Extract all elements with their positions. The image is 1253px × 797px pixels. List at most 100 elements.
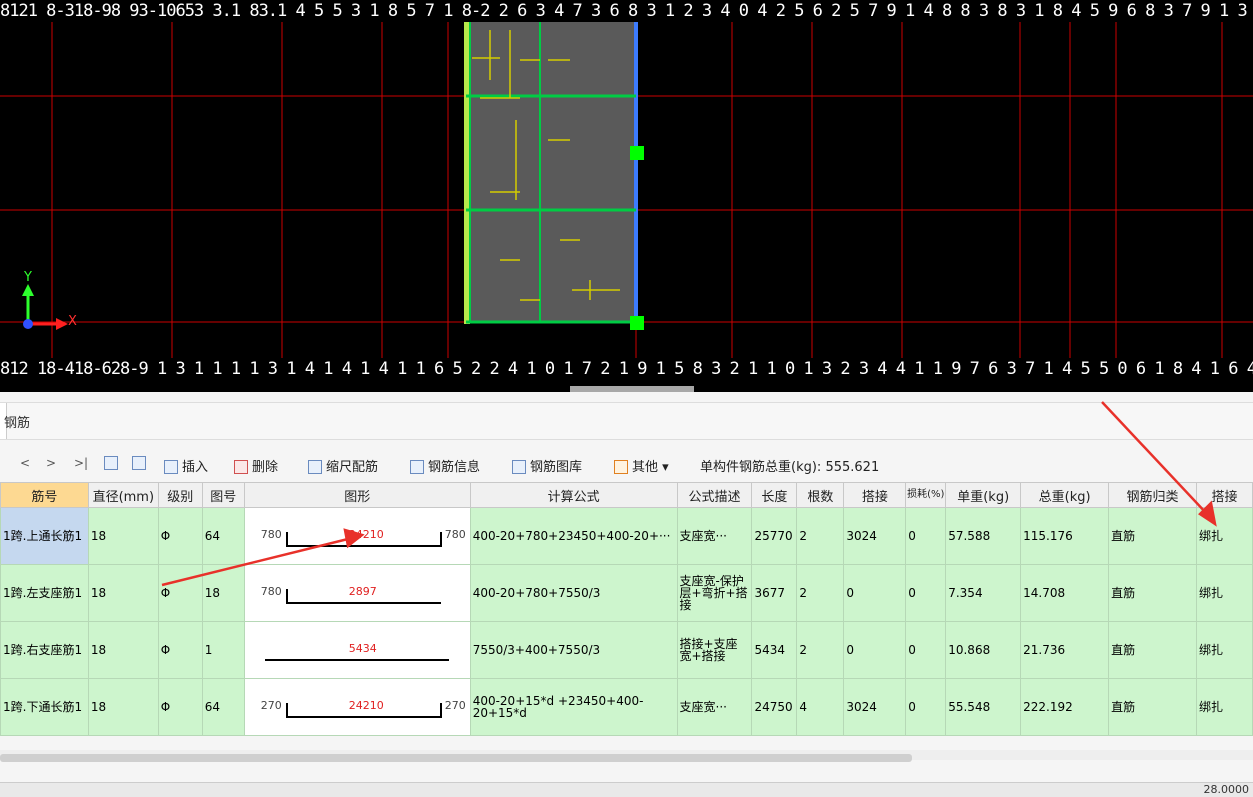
table-cell[interactable]: 55.548 (945, 678, 1022, 736)
rebar-shape-cell[interactable]: 780 2897 (243, 564, 471, 622)
formula-cell[interactable]: 400-20+15*d +23450+400-20+15*d (469, 678, 678, 736)
table-row[interactable]: 1跨.右支座筋1 18 Φ 1 5434 7550/3+400+7550/3 搭接+支座宽+… (0, 621, 1253, 679)
table-row[interactable]: 1跨.下通长筋1 18 Φ 64 270 24210 270 400-20+15*d +234… (0, 678, 1253, 736)
rebar-name-cell[interactable]: 1跨.左支座筋1 (0, 564, 89, 622)
column-header[interactable]: 损耗(%) (905, 482, 947, 508)
table-cell[interactable]: 0 (843, 621, 907, 679)
table-cell[interactable]: 搭接+支座宽+搭接 (676, 621, 753, 679)
cad-viewport[interactable]: 8121 8-318-98 93-10653 3.1 83.1 4 5 5 3 … (0, 0, 1253, 392)
insert-button[interactable]: 插入 (164, 456, 208, 475)
table-cell[interactable]: 64 (201, 507, 245, 565)
table-cell[interactable]: Φ (157, 507, 203, 565)
table-cell[interactable]: 直筋 (1108, 678, 1197, 736)
table-cell[interactable]: 64 (201, 678, 245, 736)
rebar-shape-cell[interactable]: 5434 (243, 621, 471, 679)
table-cell[interactable]: 直筋 (1108, 564, 1197, 622)
table-cell[interactable]: 2 (796, 507, 845, 565)
scale-rebar-button[interactable]: 缩尺配筋 (308, 456, 378, 475)
table-cell[interactable]: 直筋 (1108, 621, 1197, 679)
table-cell[interactable]: 0 (905, 507, 947, 565)
column-header[interactable]: 级别 (157, 482, 203, 508)
table-cell[interactable]: 2 (796, 621, 845, 679)
table-cell[interactable]: Φ (157, 621, 203, 679)
table-cell[interactable]: 直筋 (1108, 507, 1197, 565)
column-header[interactable]: 搭接 (843, 482, 907, 508)
rebar-name-cell[interactable]: 1跨.下通长筋1 (0, 678, 89, 736)
table-cell[interactable]: 绑扎 (1195, 621, 1253, 679)
table-cell[interactable]: Φ (157, 678, 203, 736)
table-cell[interactable]: 0 (905, 678, 947, 736)
column-header[interactable]: 搭接 (1195, 482, 1253, 508)
table-cell[interactable]: 绑扎 (1195, 678, 1253, 736)
table-cell[interactable]: 21.736 (1020, 621, 1110, 679)
column-header[interactable]: 钢筋归类 (1108, 482, 1197, 508)
column-header[interactable]: 根数 (796, 482, 845, 508)
table-cell[interactable]: 7.354 (945, 564, 1022, 622)
column-header[interactable]: 长度 (751, 482, 798, 508)
column-header[interactable]: 筋号 (0, 482, 89, 508)
table-cell[interactable]: Φ (157, 564, 203, 622)
table-cell[interactable]: 57.588 (945, 507, 1022, 565)
nav-next-button[interactable]: > (46, 456, 56, 470)
table-cell[interactable]: 25770 (751, 507, 798, 565)
formula-cell[interactable]: 400-20+780+23450+400-20+··· (469, 507, 678, 565)
table-cell[interactable]: 3677 (751, 564, 798, 622)
rebar-name-cell[interactable]: 1跨.右支座筋1 (0, 621, 89, 679)
delete-label: 删除 (252, 460, 279, 475)
delete-button[interactable]: 删除 (234, 456, 278, 475)
nav-last-button[interactable]: >| (74, 456, 88, 470)
table-cell[interactable]: 支座宽··· (676, 507, 753, 565)
table-cell[interactable]: 绑扎 (1195, 564, 1253, 622)
table-cell[interactable]: 绑扎 (1195, 507, 1253, 565)
table-cell[interactable]: 18 (87, 621, 159, 679)
table-scrollbar-thumb[interactable] (0, 754, 912, 762)
nav-prev-button[interactable]: < (20, 456, 30, 470)
table-row[interactable]: 1跨.上通长筋1 18 Φ 64 780 24210 780 400-20+780+23450… (0, 507, 1253, 565)
table-cell[interactable]: 5434 (751, 621, 798, 679)
table-cell[interactable]: 10.868 (945, 621, 1022, 679)
table-cell[interactable]: 支座宽-保护层+弯折+搭接 (676, 564, 753, 622)
formula-cell[interactable]: 7550/3+400+7550/3 (469, 621, 678, 679)
rebar-library-button[interactable]: 钢筋图库 (512, 456, 582, 475)
table-cell[interactable]: 2 (796, 564, 845, 622)
table-cell[interactable]: 18 (201, 564, 245, 622)
cad-drawing[interactable] (0, 0, 1253, 392)
table-cell[interactable]: 支座宽··· (676, 678, 753, 736)
table-cell[interactable]: 222.192 (1020, 678, 1110, 736)
column-header[interactable]: 单重(kg) (945, 482, 1022, 508)
rebar-name-cell[interactable]: 1跨.上通长筋1 (0, 507, 89, 565)
rebar-info-button[interactable]: 钢筋信息 (410, 456, 480, 475)
table-cell[interactable]: 3024 (843, 678, 907, 736)
table-cell[interactable]: 3024 (843, 507, 907, 565)
column-header[interactable]: 总重(kg) (1020, 482, 1110, 508)
move-up-button[interactable] (104, 456, 122, 471)
rebar-shape-cell[interactable]: 270 24210 270 (243, 678, 471, 736)
column-header[interactable]: 直径(mm) (87, 482, 159, 508)
table-cell[interactable]: 0 (905, 564, 947, 622)
table-cell[interactable]: 0 (843, 564, 907, 622)
column-header[interactable]: 图形 (243, 482, 471, 508)
cell-text: 18 (90, 700, 107, 714)
table-cell[interactable]: 18 (87, 678, 159, 736)
column-header[interactable]: 公式描述 (676, 482, 753, 508)
move-down-button[interactable] (132, 456, 150, 471)
table-row[interactable]: 1跨.左支座筋1 18 Φ 18 780 2897 400-20+780+7550/3 支座宽… (0, 564, 1253, 622)
table-cell[interactable]: 14.708 (1020, 564, 1110, 622)
rebar-shape-cell[interactable]: 780 24210 780 (243, 507, 471, 565)
cell-text: 115.176 (1023, 529, 1073, 543)
cell-text: 0 (908, 643, 916, 657)
table-cell[interactable]: 1 (201, 621, 245, 679)
table-cell[interactable]: 24750 (751, 678, 798, 736)
column-header[interactable]: 计算公式 (469, 482, 678, 508)
cell-text: 支座宽··· (679, 529, 727, 543)
cell-text: 400-20+780+23450+400-20+··· (472, 529, 671, 543)
table-cell[interactable]: 0 (905, 621, 947, 679)
formula-cell[interactable]: 400-20+780+7550/3 (469, 564, 678, 622)
other-menu-button[interactable]: 其他 ▾ (614, 456, 669, 475)
table-cell[interactable]: 18 (87, 507, 159, 565)
shape-dim-left: 780 (260, 528, 282, 541)
table-cell[interactable]: 115.176 (1020, 507, 1110, 565)
table-cell[interactable]: 18 (87, 564, 159, 622)
table-cell[interactable]: 4 (796, 678, 845, 736)
column-header[interactable]: 图号 (201, 482, 245, 508)
